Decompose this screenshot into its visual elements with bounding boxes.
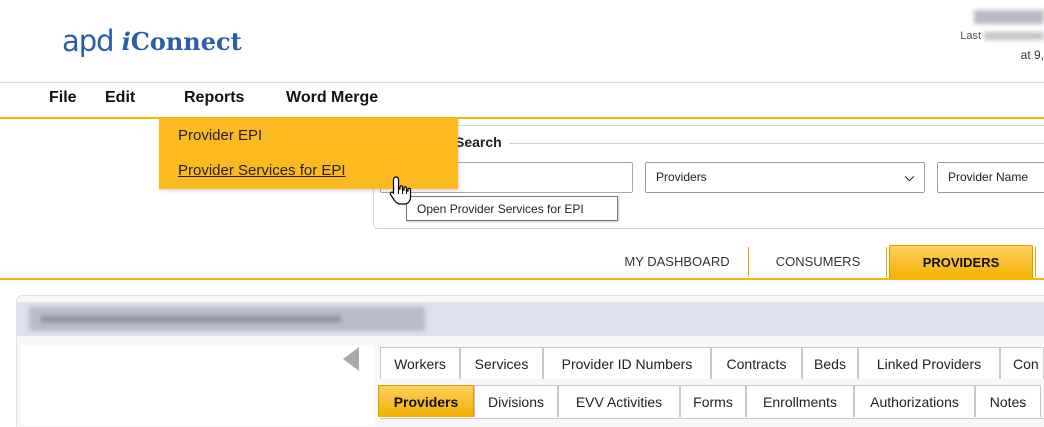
subtab-divisions[interactable]: Divisions [474,385,558,417]
menu-file[interactable]: File [49,89,77,107]
last-updated-label: Last [960,30,981,42]
subtab-evv-activities[interactable]: EVV Activities [558,385,680,417]
search-legend: Search [455,134,504,150]
user-name-redacted [974,10,1044,24]
hand-cursor-icon [389,176,412,205]
subtab-services[interactable]: Services [460,347,543,379]
subtab-linked-providers[interactable]: Linked Providers [858,347,1000,379]
subtab-providers[interactable]: Providers [378,385,474,417]
subtab-beds[interactable]: Beds [802,347,858,379]
search-field-select[interactable]: Provider Name [937,162,1044,193]
subtab-authorizations[interactable]: Authorizations [854,385,975,417]
tab-my-dashboard[interactable]: MY DASHBOARD [606,245,748,279]
nav-tabs-divider [0,278,1044,280]
dropdown-item-provider-epi[interactable]: Provider EPI [178,127,262,144]
scroll-left-arrow-icon[interactable] [343,347,359,371]
tab-providers[interactable]: PROVIDERS [889,245,1033,279]
menu-reports[interactable]: Reports [184,89,244,107]
record-title-redacted [29,307,425,331]
menu-edit[interactable]: Edit [105,89,135,107]
last-updated-redacted [984,32,1044,40]
menu-word-merge[interactable]: Word Merge [286,89,378,107]
logo-i-text: i [121,26,131,56]
subtab-enrollments[interactable]: Enrollments [746,385,854,417]
search-field-value: Provider Name [948,170,1029,184]
chevron-down-icon: ⌵ [904,170,914,184]
tooltip: Open Provider Services for EPI [406,196,618,221]
subtab-contracts[interactable]: Contracts [711,347,802,379]
search-type-select[interactable]: Providers ⌵ [645,162,925,193]
dropdown-item-provider-services-epi[interactable]: Provider Services for EPI [178,162,346,179]
subtab-provider-id-numbers[interactable]: Provider ID Numbers [543,347,711,379]
record-left-pane [20,345,375,425]
subtabs-divider [380,418,1044,419]
nav-tab-divider [1035,247,1036,277]
nav-tab-divider [886,247,887,277]
header-divider [0,82,1044,83]
app-logo: apd i Connect [62,24,242,58]
subtab-workers[interactable]: Workers [380,347,460,379]
subtab-con[interactable]: Con [1000,347,1044,379]
last-updated: Last [884,30,1044,42]
logo-apd-text: apd [62,24,115,58]
last-updated-time: at 9, [1020,48,1044,62]
user-info: Last at 9, [884,10,1044,62]
nav-tab-divider [748,247,749,277]
subtab-notes[interactable]: Notes [975,385,1041,417]
menu-divider [0,117,1044,119]
search-type-value: Providers [656,170,707,184]
subtab-forms[interactable]: Forms [680,385,746,417]
menu-bar: File Edit Reports Word Merge [0,88,1044,116]
search-legend-line [509,143,1044,144]
tab-consumers[interactable]: CONSUMERS [752,245,884,279]
logo-connect-text: Connect [130,26,242,56]
